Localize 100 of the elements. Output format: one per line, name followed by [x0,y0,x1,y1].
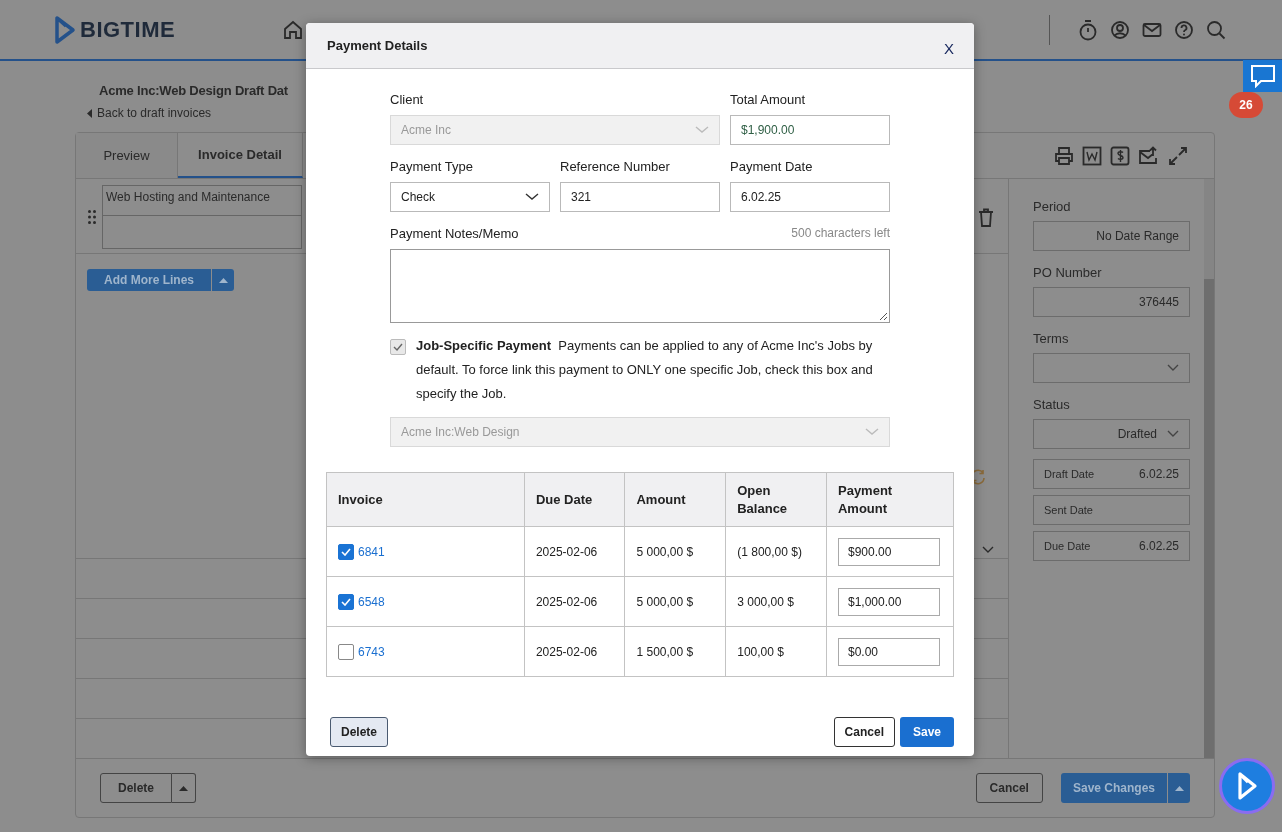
table-cell: 2025-02-06 [524,526,625,577]
select-field[interactable] [1033,353,1190,383]
save-button[interactable]: Save [899,717,954,747]
dropdown-button[interactable] [172,773,197,803]
chevron-down-icon [1167,364,1179,372]
select-field[interactable]: Drafted [1033,419,1190,449]
add-more-lines-button[interactable]: Add More Lines [87,269,211,291]
field-label: PO Number [1033,265,1103,280]
home-icon[interactable] [283,19,304,40]
drag-handle-icon[interactable] [88,210,96,224]
delete-button[interactable]: Delete [100,773,173,803]
check-icon [341,547,351,556]
cancel-button[interactable]: Cancel [975,773,1043,803]
field-label: Draft Date [1044,468,1095,480]
payment-amount-field[interactable]: $1,000.00 [838,587,940,616]
tab[interactable]: Invoice Detail [178,133,303,178]
dollar-document-icon[interactable] [1110,145,1130,166]
table-cell: 2025-02-06 [524,576,625,627]
field-label: Payment Notes/Memo [390,226,519,241]
text-field[interactable]: No Date Range [1033,221,1190,251]
chevron-down-icon [1167,430,1179,438]
field-label: Client [390,92,425,107]
checkbox[interactable] [338,643,354,660]
field-value: Drafted [1117,427,1157,441]
table-cell: 5 000,00 $ [625,526,726,577]
dropdown-button[interactable] [211,269,234,291]
field-value: 376445 [1138,295,1179,309]
column-header: Amount [625,472,726,527]
text-field[interactable]: 376445 [1033,287,1190,317]
notes-field[interactable] [390,249,890,323]
description-field[interactable]: Web Hosting and Maintenance [102,185,302,215]
user-icon[interactable] [1110,19,1130,40]
checkbox[interactable] [390,339,406,355]
back-link[interactable]: Back to draft invoices [87,106,212,120]
chevron-down-icon [695,126,709,134]
mail-icon[interactable] [1142,21,1162,38]
logo-text: BIGTIME [80,16,176,43]
date-field[interactable]: Due Date 6.02.25 [1033,531,1190,561]
input-field[interactable]: 321 [560,182,720,212]
chevron-down-icon [982,546,994,554]
assistant-button[interactable] [1219,758,1275,814]
stopwatch-icon[interactable] [1078,18,1098,41]
scrollbar[interactable] [1204,179,1214,758]
table-cell: 2025-02-06 [524,626,625,677]
caret-left-icon [87,108,92,118]
field-label: Sent Date [1044,504,1093,516]
invoice-link[interactable]: 6548 [358,594,385,609]
text-field[interactable] [102,215,302,249]
cancel-button[interactable]: Cancel [833,717,895,747]
invoice-link[interactable]: 6743 [358,644,385,659]
field-label: Terms [1033,331,1070,346]
caret-up-icon [218,277,228,283]
input-field[interactable]: $1,900.00 [730,115,890,145]
dialog-title: Payment Details [327,38,428,53]
column-header: Payment Amount [826,472,954,527]
mail-send-icon[interactable] [1138,145,1160,166]
expand-icon[interactable] [1168,145,1188,166]
character-counter: 500 characters left [791,226,890,241]
check-icon [341,597,351,606]
table-cell: 3 000,00 $ [725,576,827,627]
printer-icon[interactable] [1054,145,1074,166]
notification-badge: 26 [1229,92,1263,118]
word-document-icon[interactable] [1082,145,1102,166]
page-title: Acme Inc:Web Design Draft Dat [99,83,288,98]
chat-button[interactable] [1243,60,1282,92]
caret-up-icon [1174,785,1184,791]
column-header: Due Date [524,472,625,527]
table-cell: 100,00 $ [725,626,827,677]
job-specific-description: Job-Specific Payment Payments can be applied to any of Acme Inc's Jobs by default. To force link this payment to ONLY one specific Job, check this box and specify the Job. [416,337,874,403]
column-header: Invoice [326,472,525,527]
help-icon[interactable] [1174,19,1194,40]
field-label: Period [1033,199,1072,214]
input-field[interactable]: 6.02.25 [730,182,890,212]
date-field[interactable]: Draft Date 6.02.25 [1033,459,1190,489]
select-field[interactable]: Check [390,182,550,212]
table-cell: (1 800,00 $) [725,526,827,577]
search-icon[interactable] [1206,19,1226,40]
trash-icon[interactable] [978,207,994,227]
chevron-down-icon [525,193,539,201]
field-label: Due Date [1044,540,1091,552]
payment-amount-field[interactable]: $900.00 [838,537,940,566]
payment-amount-field[interactable]: $0.00 [838,637,940,666]
check-icon [393,343,403,351]
date-field[interactable]: Sent Date [1033,495,1190,525]
table-cell: 5 000,00 $ [625,576,726,627]
save-changes-button[interactable]: Save Changes [1060,773,1167,803]
chevron-down-icon [865,428,879,436]
field-label: Payment Type [390,159,474,174]
close-button[interactable]: X [944,40,954,57]
checkbox[interactable] [338,543,354,560]
field-label: Total Amount [730,92,807,107]
logo-icon [54,14,76,45]
dropdown-button[interactable] [1167,773,1190,803]
table-cell: 1 500,00 $ [625,626,726,677]
checkbox[interactable] [338,593,354,610]
field-value: 6.02.25 [1138,467,1179,481]
tab[interactable]: Preview [76,133,178,178]
field-label: Reference Number [560,159,671,174]
invoice-link[interactable]: 6841 [358,544,385,559]
delete-button[interactable]: Delete [330,717,389,747]
